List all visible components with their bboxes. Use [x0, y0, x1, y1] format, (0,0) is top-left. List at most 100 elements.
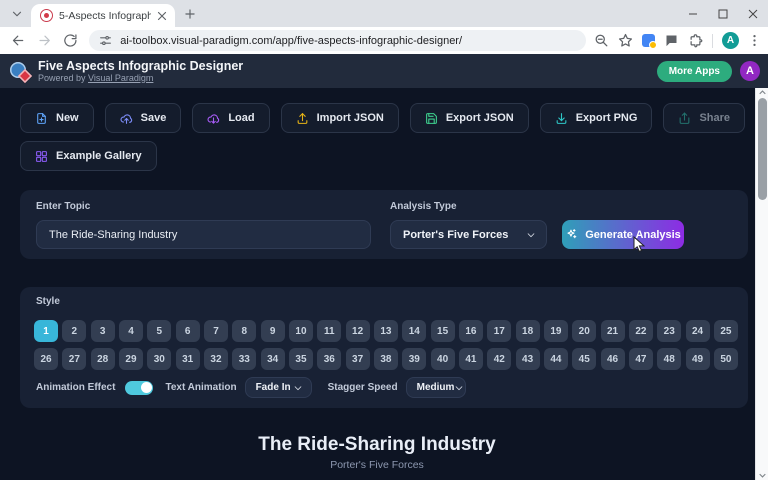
text-animation-label: Text Animation	[165, 382, 237, 393]
visual-paradigm-link[interactable]: Visual Paradigm	[88, 73, 153, 83]
style-option-6[interactable]: 6	[175, 320, 200, 342]
style-option-1[interactable]: 1	[34, 320, 58, 342]
style-option-24[interactable]: 24	[685, 320, 710, 342]
style-option-17[interactable]: 17	[487, 320, 512, 342]
extensions-puzzle-icon[interactable]	[688, 33, 703, 48]
generate-analysis-button[interactable]: Generate Analysis	[562, 220, 684, 249]
style-option-25[interactable]: 25	[713, 320, 738, 342]
style-option-11[interactable]: 11	[317, 320, 342, 342]
reload-icon[interactable]	[63, 33, 78, 48]
topic-input[interactable]	[36, 220, 371, 249]
style-option-48[interactable]: 48	[657, 348, 682, 370]
style-option-3[interactable]: 3	[90, 320, 115, 342]
style-option-40[interactable]: 40	[430, 348, 455, 370]
zoom-icon[interactable]	[594, 33, 609, 48]
visual-paradigm-logo-icon	[10, 61, 33, 84]
window-minimize-button[interactable]	[678, 0, 708, 27]
analysis-type-label: Analysis Type	[390, 201, 457, 212]
style-option-10[interactable]: 10	[288, 320, 313, 342]
style-option-5[interactable]: 5	[147, 320, 172, 342]
style-option-41[interactable]: 41	[458, 348, 483, 370]
back-icon[interactable]	[11, 33, 26, 48]
style-option-36[interactable]: 36	[317, 348, 342, 370]
style-option-22[interactable]: 22	[628, 320, 653, 342]
save-button[interactable]: Save	[104, 103, 182, 133]
style-option-44[interactable]: 44	[543, 348, 568, 370]
browser-tab[interactable]: 5-Aspects Infographic Designer	[31, 4, 175, 27]
style-option-16[interactable]: 16	[458, 320, 483, 342]
style-option-14[interactable]: 14	[402, 320, 427, 342]
style-option-19[interactable]: 19	[543, 320, 568, 342]
action-toolbar-row1: New Save Load Import JSON Export JSON Export …	[20, 103, 746, 133]
style-option-27[interactable]: 27	[62, 348, 87, 370]
site-favicon	[40, 9, 53, 22]
style-option-12[interactable]: 12	[345, 320, 370, 342]
style-option-50[interactable]: 50	[713, 348, 738, 370]
style-option-26[interactable]: 26	[34, 348, 58, 370]
style-option-37[interactable]: 37	[345, 348, 370, 370]
style-option-42[interactable]: 42	[487, 348, 512, 370]
style-option-34[interactable]: 34	[260, 348, 285, 370]
style-option-9[interactable]: 9	[260, 320, 285, 342]
button-label: Export JSON	[445, 112, 514, 124]
style-option-7[interactable]: 7	[203, 320, 228, 342]
load-button[interactable]: Load	[192, 103, 270, 133]
more-apps-button[interactable]: More Apps	[656, 60, 732, 82]
extension-shortcut-icon[interactable]	[642, 34, 658, 49]
export-png-button[interactable]: Export PNG	[539, 103, 653, 133]
site-settings-icon[interactable]	[99, 34, 112, 47]
style-option-28[interactable]: 28	[90, 348, 115, 370]
scrollbar-down-icon[interactable]	[756, 471, 768, 480]
page-content: New Save Load Import JSON Export JSON Export …	[0, 88, 768, 480]
style-option-13[interactable]: 13	[373, 320, 398, 342]
style-option-43[interactable]: 43	[515, 348, 540, 370]
style-option-8[interactable]: 8	[232, 320, 257, 342]
style-option-29[interactable]: 29	[118, 348, 143, 370]
style-option-4[interactable]: 4	[118, 320, 143, 342]
scrollbar-thumb[interactable]	[758, 98, 767, 200]
animation-effect-toggle[interactable]	[125, 380, 154, 395]
style-option-47[interactable]: 47	[628, 348, 653, 370]
user-avatar[interactable]: A	[740, 61, 760, 81]
new-tab-button[interactable]	[183, 7, 197, 21]
style-option-15[interactable]: 15	[430, 320, 455, 342]
action-toolbar-row2: Example Gallery	[20, 141, 157, 171]
style-option-46[interactable]: 46	[600, 348, 625, 370]
style-option-18[interactable]: 18	[515, 320, 540, 342]
style-option-35[interactable]: 35	[288, 348, 313, 370]
export-json-button[interactable]: Export JSON	[409, 103, 529, 133]
bookmark-star-icon[interactable]	[618, 33, 633, 48]
style-option-20[interactable]: 20	[572, 320, 597, 342]
text-animation-select[interactable]: Fade In	[244, 377, 312, 398]
button-label: Share	[699, 112, 731, 124]
page-scrollbar[interactable]	[755, 88, 768, 480]
browser-profile-avatar[interactable]: A	[722, 32, 740, 49]
new-button[interactable]: New	[20, 103, 94, 133]
tab-search-button[interactable]	[10, 7, 24, 21]
style-option-33[interactable]: 33	[232, 348, 257, 370]
window-maximize-button[interactable]	[708, 0, 738, 27]
style-option-23[interactable]: 23	[657, 320, 682, 342]
style-option-39[interactable]: 39	[402, 348, 427, 370]
style-option-2[interactable]: 2	[62, 320, 87, 342]
share-button[interactable]: Share	[663, 103, 746, 133]
style-option-21[interactable]: 21	[600, 320, 625, 342]
url-bar[interactable]: ai-toolbox.visual-paradigm.com/app/five-…	[89, 30, 587, 51]
tab-close-icon[interactable]	[155, 9, 169, 23]
style-option-38[interactable]: 38	[373, 348, 398, 370]
side-panel-icon[interactable]	[664, 33, 679, 48]
share-icon	[678, 112, 691, 125]
forward-icon[interactable]	[37, 33, 52, 48]
example-gallery-button[interactable]: Example Gallery	[20, 141, 157, 171]
scrollbar-up-icon[interactable]	[756, 88, 768, 97]
stagger-speed-select[interactable]: Medium	[405, 377, 466, 398]
style-option-30[interactable]: 30	[147, 348, 172, 370]
menu-dots-icon[interactable]	[747, 33, 762, 48]
analysis-type-select[interactable]: Porter's Five Forces	[390, 220, 547, 249]
import-json-button[interactable]: Import JSON	[280, 103, 399, 133]
style-option-31[interactable]: 31	[175, 348, 200, 370]
style-option-32[interactable]: 32	[203, 348, 228, 370]
style-option-45[interactable]: 45	[572, 348, 597, 370]
window-close-button[interactable]	[738, 0, 768, 27]
style-option-49[interactable]: 49	[685, 348, 710, 370]
